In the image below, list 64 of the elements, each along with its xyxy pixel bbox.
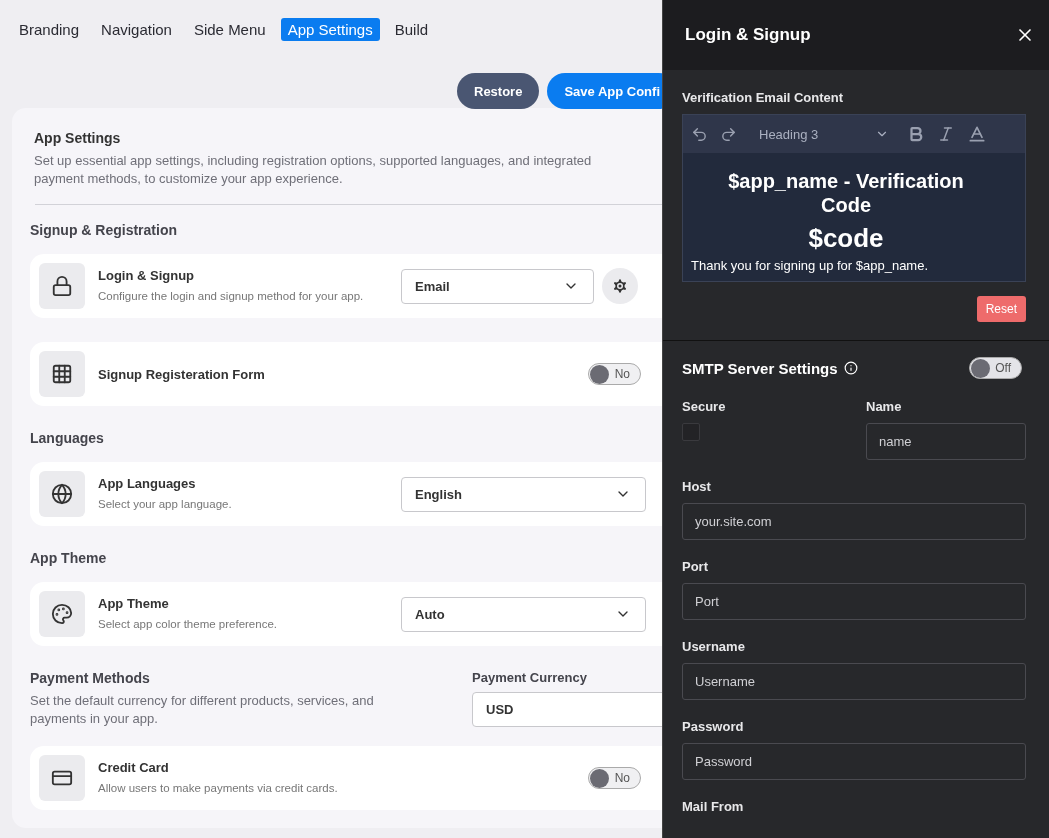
- redo-icon[interactable]: [720, 125, 737, 143]
- field-label: Port: [682, 559, 709, 574]
- input-field[interactable]: Password: [682, 743, 1026, 780]
- setting-title: App Theme: [98, 596, 170, 611]
- setting-description: Select app color theme preference.: [98, 617, 278, 632]
- currency-select[interactable]: USD: [472, 692, 662, 727]
- field-label: Password: [682, 719, 745, 734]
- email-heading: $app_name - Verification Code: [727, 169, 965, 217]
- section-heading: Signup & Registration: [30, 222, 177, 238]
- tab[interactable]: Build: [387, 18, 436, 41]
- section-heading: App Theme: [30, 550, 107, 566]
- card-title: App Settings: [34, 130, 122, 146]
- setting-title: Signup Registeration Form: [98, 366, 266, 382]
- email-body: Thank you for signing up for $app_name.: [691, 258, 930, 273]
- input-field[interactable]: Username: [682, 663, 1026, 700]
- section-heading: Languages: [30, 430, 104, 446]
- setting-icon: [51, 363, 73, 385]
- rich-text-editor[interactable]: Heading 3 $app_name - Verification Code $code Thank you for signing up for $app_name.: [682, 114, 1026, 282]
- input-field[interactable]: your.site.com: [682, 503, 1026, 540]
- tab[interactable]: Navigation: [94, 18, 179, 41]
- card-description: Set up essential app settings, including registration options, supported languages, and integrated payment methods, to customize your app experience.: [34, 152, 593, 188]
- block-style-select[interactable]: Heading 3: [759, 126, 889, 142]
- settings-button[interactable]: [602, 268, 638, 304]
- smtp-title: SMTP Server Settings: [682, 359, 838, 377]
- italic-icon[interactable]: [937, 125, 955, 143]
- field-label: Verification Email Content: [682, 90, 845, 105]
- select-field[interactable]: Auto: [401, 596, 646, 632]
- toggle-switch[interactable]: No: [588, 363, 641, 385]
- field-label: Mail From: [682, 799, 745, 814]
- bold-icon[interactable]: [907, 125, 925, 143]
- undo-icon[interactable]: [691, 125, 708, 143]
- restore-button[interactable]: Restore: [457, 73, 540, 109]
- setting-description: Allow users to make payments via credit cards.: [98, 781, 338, 796]
- setting-description: Configure the login and signup method for your app.: [98, 289, 365, 304]
- email-code: $code: [807, 223, 885, 254]
- tab[interactable]: App Settings: [280, 18, 380, 41]
- tab[interactable]: Branding: [12, 18, 87, 41]
- setting-icon: [51, 483, 73, 505]
- field-label: Username: [682, 639, 746, 654]
- section-description: Set the default currency for different products, services, and payments in your app.: [30, 692, 375, 728]
- panel-title: Login & Signup: [685, 25, 811, 45]
- select-field[interactable]: Email: [401, 268, 594, 304]
- setting-title: Login & Signup: [98, 268, 196, 283]
- setting-icon: [51, 603, 73, 625]
- toggle-switch[interactable]: Off: [969, 357, 1022, 379]
- text-color-icon[interactable]: [967, 124, 987, 144]
- field-label: Host: [682, 479, 712, 494]
- section-heading: Payment Methods: [30, 670, 151, 686]
- tab[interactable]: Side Menu: [186, 18, 273, 41]
- setting-title: App Languages: [98, 476, 197, 491]
- field-label: Name: [866, 399, 903, 414]
- secure-checkbox[interactable]: [682, 423, 700, 441]
- save-button[interactable]: Save App Confi: [547, 73, 662, 109]
- currency-label: Payment Currency: [472, 670, 588, 685]
- info-icon[interactable]: [843, 361, 858, 375]
- toggle-switch[interactable]: No: [588, 767, 641, 789]
- setting-description: Select your app language.: [98, 497, 233, 512]
- input-field[interactable]: Port: [682, 583, 1026, 620]
- field-label: Secure: [682, 399, 727, 414]
- setting-title: Credit Card: [98, 760, 170, 775]
- name-field[interactable]: name: [866, 423, 1026, 460]
- gear-icon: [611, 277, 629, 295]
- setting-icon: [51, 275, 73, 297]
- select-field[interactable]: English: [401, 476, 646, 512]
